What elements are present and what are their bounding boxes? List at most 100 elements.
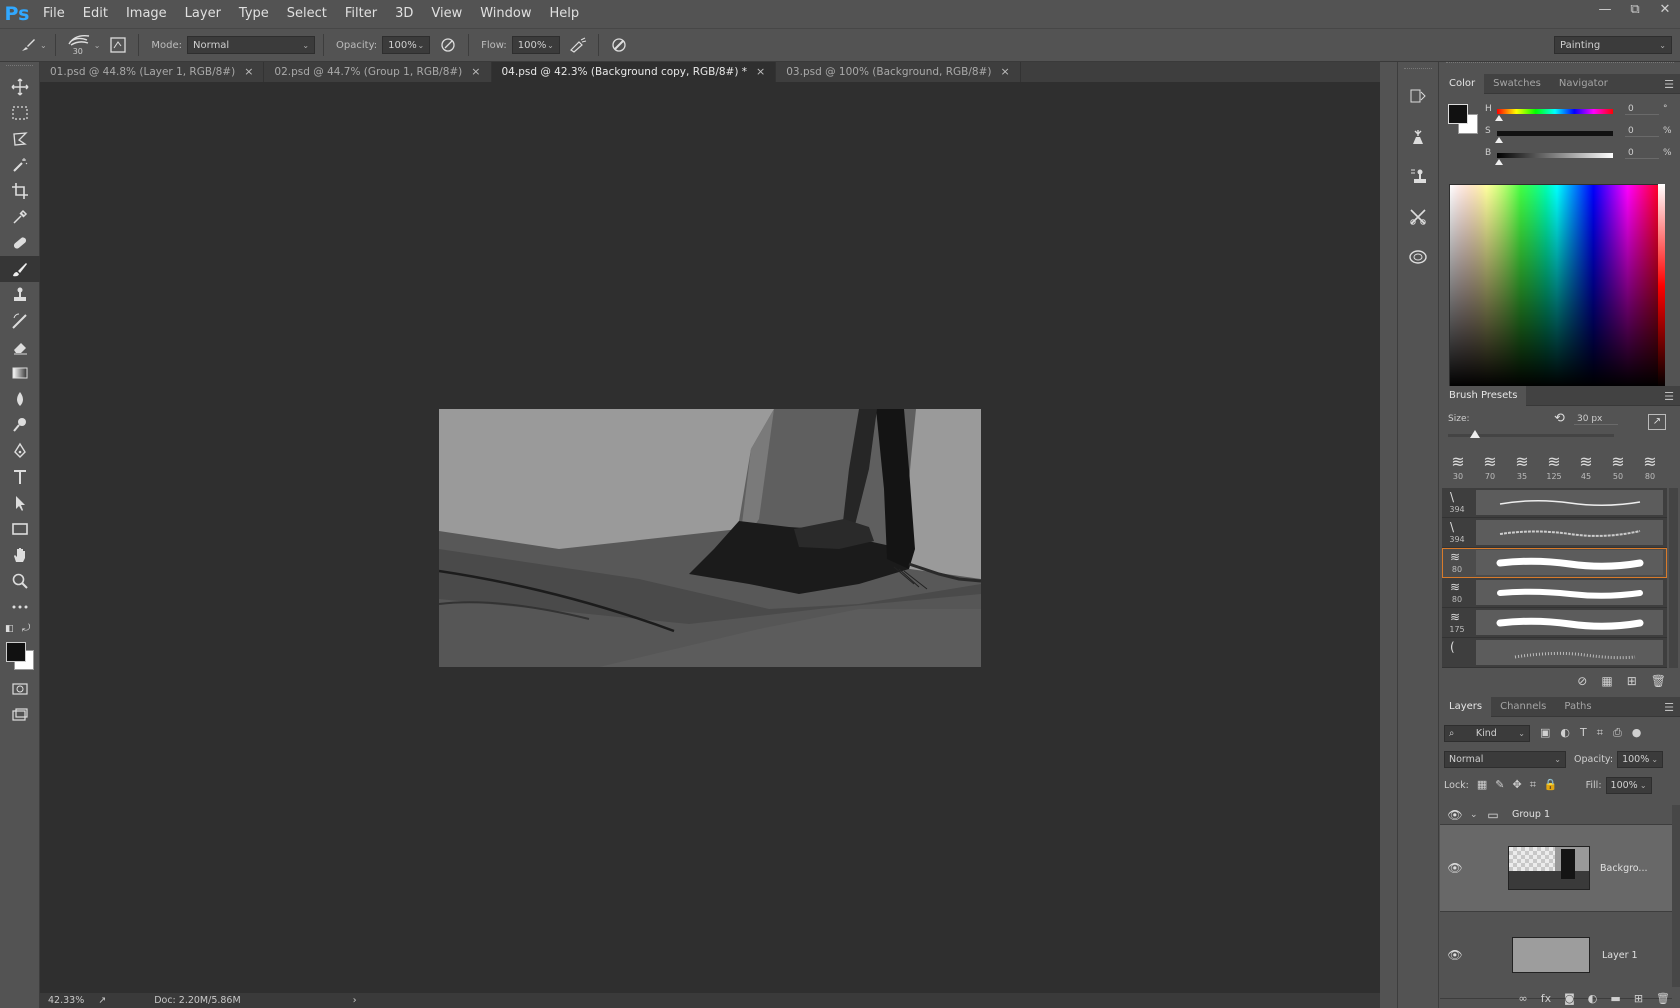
panel-grip[interactable] [1446, 62, 1674, 68]
add-mask-icon[interactable]: ◙ [1564, 992, 1575, 1005]
lock-image-icon[interactable]: ✎ [1495, 778, 1504, 792]
recent-brush[interactable]: ≋ 30 [1442, 452, 1474, 486]
delete-preset-icon[interactable]: 🗑 [1651, 674, 1666, 688]
restore-button[interactable]: ⧉ [1620, 0, 1650, 22]
healing-brush-tool-icon[interactable] [0, 230, 40, 256]
status-menu-arrow-icon[interactable]: › [353, 995, 357, 1006]
panel-grip[interactable] [1404, 68, 1432, 74]
layer-row[interactable]: 👁 Layer 1 [1440, 912, 1672, 999]
flow-input[interactable]: 100% ⌄ [511, 36, 560, 54]
menu-image[interactable]: Image [117, 0, 176, 28]
brightness-value[interactable]: 0 [1625, 148, 1659, 159]
tool-presets-icon[interactable] [1398, 197, 1438, 237]
document-tab[interactable]: 02.psd @ 44.7% (Group 1, RGB/8#) × [264, 62, 492, 82]
swap-colors-icon[interactable]: ⤾ [22, 623, 30, 634]
zoom-tool-icon[interactable] [0, 568, 40, 594]
new-layer-icon[interactable]: ⊞ [1634, 992, 1643, 1005]
new-preset-icon[interactable]: ⊞ [1627, 674, 1637, 688]
brightness-slider[interactable]: B 0 % [1485, 148, 1675, 165]
gradient-tool-icon[interactable] [0, 360, 40, 386]
airbrush-icon[interactable] [566, 33, 590, 57]
layer-group-row[interactable]: 👁 ⌄ ▭ Group 1 [1440, 805, 1672, 825]
marquee-tool-icon[interactable] [0, 100, 40, 126]
eyedropper-tool-icon[interactable] [0, 204, 40, 230]
history-brush-tool-icon[interactable] [0, 308, 40, 334]
recent-brush[interactable]: ≋ 50 [1602, 452, 1634, 486]
tab-layers[interactable]: Layers [1440, 696, 1492, 717]
panel-menu-icon[interactable]: ☰ [1664, 390, 1674, 403]
menu-layer[interactable]: Layer [176, 0, 230, 28]
lock-artboard-icon[interactable]: ⌗ [1530, 778, 1536, 792]
chevron-down-icon[interactable]: ⌄ [1470, 810, 1480, 820]
brush-preset-item[interactable]: ≋ 175 [1442, 608, 1667, 638]
panel-menu-icon[interactable]: ☰ [1664, 701, 1674, 714]
opacity-input[interactable]: 100% ⌄ [382, 36, 431, 54]
document-tab[interactable]: 01.psd @ 44.8% (Layer 1, RGB/8#) × [40, 62, 265, 82]
tab-swatches[interactable]: Swatches [1484, 74, 1550, 94]
brush-preset-item[interactable]: ( [1442, 638, 1667, 668]
more-tools-icon[interactable] [0, 594, 40, 620]
create-preset-icon[interactable]: ↗ [1648, 414, 1666, 430]
hue-value[interactable]: 0 [1625, 104, 1659, 115]
document-canvas[interactable] [439, 409, 981, 667]
filter-shape-icon[interactable]: ⌗ [1597, 726, 1603, 740]
panel-grip[interactable] [6, 65, 33, 71]
color-spectrum[interactable] [1449, 184, 1665, 388]
menu-filter[interactable]: Filter [336, 0, 386, 28]
menu-window[interactable]: Window [471, 0, 540, 28]
brush-preset-item[interactable]: ≋ 80 [1442, 578, 1667, 608]
foreground-color-swatch[interactable] [1448, 104, 1468, 124]
clone-stamp-tool-icon[interactable] [0, 282, 40, 308]
brush-preset-item[interactable]: \ 394 [1442, 488, 1667, 518]
brush-tool-icon[interactable] [0, 256, 40, 282]
recent-brush[interactable]: ≋ 35 [1506, 452, 1538, 486]
filter-toggle-icon[interactable]: ● [1632, 726, 1642, 740]
eraser-tool-icon[interactable] [0, 334, 40, 360]
pressure-size-icon[interactable] [607, 33, 631, 57]
history-panel-icon[interactable] [1398, 77, 1438, 117]
lock-transparent-icon[interactable]: ▦ [1477, 778, 1487, 792]
menu-file[interactable]: File [34, 0, 74, 28]
menu-help[interactable]: Help [541, 0, 589, 28]
close-icon[interactable]: × [244, 62, 253, 82]
panel-menu-icon[interactable]: ☰ [1664, 78, 1674, 91]
menu-view[interactable]: View [422, 0, 471, 28]
close-icon[interactable]: × [756, 62, 765, 82]
reset-size-icon[interactable]: ⟲ [1554, 411, 1565, 426]
blend-mode-select[interactable]: Normal ⌄ [1444, 750, 1566, 768]
saturation-knob[interactable] [1495, 137, 1503, 143]
hue-knob[interactable] [1495, 115, 1503, 121]
lasso-tool-icon[interactable] [0, 126, 40, 152]
blur-tool-icon[interactable] [0, 386, 40, 412]
screen-mode-icon[interactable] [0, 702, 40, 728]
default-colors-icon[interactable]: ◧ [5, 624, 14, 634]
lock-position-icon[interactable]: ✥ [1513, 778, 1522, 792]
pressure-opacity-icon[interactable] [436, 33, 460, 57]
brush-tool-preset-icon[interactable] [16, 33, 40, 57]
fill-input[interactable]: 100% ⌄ [1605, 776, 1652, 794]
document-tab-active[interactable]: 04.psd @ 42.3% (Background copy, RGB/8#)… [491, 62, 777, 82]
brightness-track[interactable] [1497, 153, 1613, 158]
magic-wand-tool-icon[interactable] [0, 152, 40, 178]
lock-all-icon[interactable]: 🔒 [1544, 778, 1558, 792]
tool-preset-caret-icon[interactable]: ⌄ [40, 41, 47, 50]
zoom-level[interactable]: 42.33% [48, 995, 84, 1006]
brush-settings-icon[interactable] [1398, 117, 1438, 157]
saturation-track[interactable] [1497, 131, 1613, 136]
rectangle-tool-icon[interactable] [0, 516, 40, 542]
new-group-icon[interactable]: ▬ [1610, 992, 1620, 1005]
menu-edit[interactable]: Edit [74, 0, 117, 28]
clone-source-icon[interactable] [1398, 157, 1438, 197]
brush-picker-caret-icon[interactable]: ⌄ [94, 41, 101, 50]
minimize-button[interactable]: — [1590, 0, 1620, 22]
brush-preset-item[interactable]: \ 394 [1442, 518, 1667, 548]
toggle-brush-panel-icon[interactable]: ⊘ [1577, 674, 1587, 688]
brightness-knob[interactable] [1495, 159, 1503, 165]
tab-navigator[interactable]: Navigator [1550, 74, 1617, 94]
mode-select[interactable]: Normal ⌄ [187, 36, 316, 54]
tab-brush-presets[interactable]: Brush Presets [1440, 385, 1527, 406]
layer-style-icon[interactable]: fx [1541, 992, 1551, 1005]
type-tool-icon[interactable] [0, 464, 40, 490]
libraries-icon[interactable] [1398, 237, 1438, 277]
brush-list-scrollbar[interactable] [1669, 488, 1678, 668]
